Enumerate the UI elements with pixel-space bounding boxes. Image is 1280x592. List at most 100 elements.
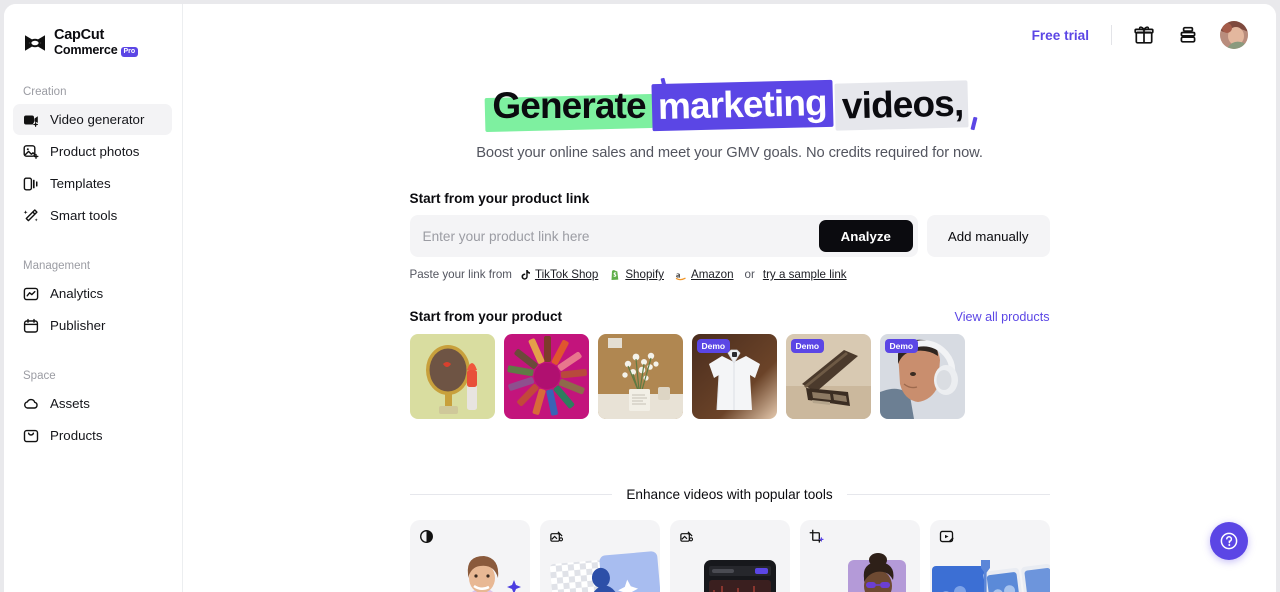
headline-caret-end-icon bbox=[970, 116, 978, 131]
demo-badge: Demo bbox=[696, 339, 731, 353]
product-card-headphones-man[interactable]: Demo bbox=[879, 334, 965, 419]
headline-part-generate: Generate bbox=[492, 85, 646, 126]
source-amazon[interactable]: a Amazon bbox=[675, 268, 734, 281]
product-thumbnail bbox=[503, 334, 589, 419]
sidebar-item-label: Templates bbox=[50, 176, 111, 191]
topbar-divider bbox=[1111, 25, 1112, 45]
analytics-icon bbox=[23, 287, 39, 300]
content-column: Start from your product link Analyze Add… bbox=[409, 191, 1050, 592]
product-link-title: Start from your product link bbox=[409, 191, 590, 206]
product-thumbnail bbox=[597, 334, 683, 419]
capcut-logo-icon bbox=[25, 35, 45, 51]
main-content: Free trial Generate marketing videos, Bo… bbox=[183, 4, 1276, 592]
crop-icon bbox=[809, 529, 824, 543]
stack-icon bbox=[1180, 26, 1196, 43]
tool-card-crop[interactable] bbox=[799, 520, 920, 592]
avatar-image bbox=[1220, 21, 1248, 49]
sidebar-item-label: Video generator bbox=[50, 112, 145, 127]
sidebar-item-analytics[interactable]: Analytics bbox=[13, 278, 172, 309]
sidebar-item-video-generator[interactable]: Video generator bbox=[13, 104, 172, 135]
smart-tools-icon bbox=[23, 208, 38, 221]
sidebar-item-smart-tools[interactable]: Smart tools bbox=[13, 200, 172, 231]
free-trial-link[interactable]: Free trial bbox=[1032, 28, 1089, 43]
product-card-dress-shirt[interactable]: Demo bbox=[691, 334, 777, 419]
separator-line-left bbox=[409, 494, 613, 495]
tools-list bbox=[409, 520, 1050, 592]
view-all-products-link[interactable]: View all products bbox=[955, 310, 1050, 324]
brand-name-secondary: Commerce bbox=[54, 43, 118, 58]
products-list: Demo Demo Demo bbox=[409, 334, 1050, 419]
product-card-lipstick-mirror[interactable] bbox=[409, 334, 495, 419]
sample-link[interactable]: try a sample link bbox=[763, 268, 847, 281]
sidebar-group-management-label: Management bbox=[23, 260, 91, 272]
pro-badge: Pro bbox=[120, 46, 139, 57]
sidebar-item-publisher[interactable]: Publisher bbox=[13, 310, 172, 341]
avatar[interactable] bbox=[1220, 21, 1248, 49]
source-shopify-link[interactable]: Shopify bbox=[625, 268, 664, 281]
tiktok-icon bbox=[521, 269, 530, 280]
demo-badge: Demo bbox=[790, 339, 825, 353]
tool-card-phone-editor[interactable] bbox=[669, 520, 790, 592]
sidebar-item-label: Product photos bbox=[50, 144, 140, 159]
page-subtitle: Boost your online sales and meet your GM… bbox=[476, 145, 983, 161]
products-bag-icon bbox=[23, 429, 39, 442]
gift-button[interactable] bbox=[1132, 23, 1156, 47]
video-edit-icon bbox=[939, 530, 954, 543]
analyze-button[interactable]: Analyze bbox=[818, 220, 913, 252]
topbar: Free trial bbox=[183, 4, 1276, 66]
page-title: Generate marketing videos, bbox=[490, 77, 978, 132]
brand-logo[interactable]: CapCut Commerce Pro bbox=[4, 22, 182, 64]
paste-label: Paste your link from bbox=[409, 268, 512, 281]
sidebar-item-label: Analytics bbox=[50, 286, 104, 301]
background-remove-icon bbox=[549, 531, 563, 542]
sidebar-item-label: Publisher bbox=[50, 318, 106, 333]
source-amazon-link[interactable]: Amazon bbox=[691, 268, 734, 281]
tool-card-contrast[interactable] bbox=[409, 520, 530, 592]
hero: Generate marketing videos, Boost your on… bbox=[183, 77, 1276, 161]
headline-part-marketing: marketing bbox=[651, 79, 833, 132]
help-button[interactable] bbox=[1210, 522, 1248, 560]
sidebar-item-assets[interactable]: Assets bbox=[13, 388, 172, 419]
sidebar-item-templates[interactable]: Templates bbox=[13, 168, 172, 199]
gift-icon bbox=[1134, 26, 1154, 44]
templates-icon bbox=[23, 177, 38, 191]
source-tiktok-shop[interactable]: TikTok Shop bbox=[519, 268, 598, 281]
video-generator-icon bbox=[24, 115, 39, 127]
product-card-eyeshadow-palette[interactable]: Demo bbox=[785, 334, 871, 419]
add-manually-button[interactable]: Add manually bbox=[926, 215, 1050, 257]
assets-cloud-icon bbox=[24, 398, 38, 409]
source-tiktok-shop-link[interactable]: TikTok Shop bbox=[535, 268, 598, 281]
publisher-icon bbox=[23, 318, 39, 333]
stack-button[interactable] bbox=[1176, 23, 1200, 47]
paste-sources-row: Paste your link from TikTok Shop Shopify bbox=[410, 268, 1050, 281]
tool-card-background-remove[interactable] bbox=[539, 520, 660, 592]
tool-card-video-edit[interactable] bbox=[929, 520, 1050, 592]
product-link-input-wrap[interactable]: Analyze bbox=[409, 215, 918, 257]
shopify-icon bbox=[611, 269, 619, 280]
products-section-head: Start from your product View all product… bbox=[410, 309, 1050, 324]
demo-badge: Demo bbox=[884, 339, 919, 353]
product-card-flower-vase[interactable] bbox=[597, 334, 683, 419]
tools-section-title: Enhance videos with popular tools bbox=[626, 487, 833, 502]
sidebar-group-space-label: Space bbox=[23, 370, 56, 382]
headline-part-videos: videos, bbox=[834, 80, 970, 131]
sidebar: CapCut Commerce Pro Creation Video gener… bbox=[4, 4, 183, 592]
app-window: CapCut Commerce Pro Creation Video gener… bbox=[4, 4, 1276, 592]
product-link-input[interactable] bbox=[422, 228, 819, 244]
paste-or-text: or bbox=[744, 268, 755, 281]
product-thumbnail bbox=[409, 334, 495, 419]
background-remove-icon-2 bbox=[679, 531, 693, 542]
product-photos-icon bbox=[23, 144, 39, 159]
brand-name-primary: CapCut bbox=[54, 27, 105, 44]
svg-text:a: a bbox=[676, 269, 681, 279]
amazon-icon: a bbox=[675, 269, 686, 280]
sidebar-item-product-photos[interactable]: Product photos bbox=[13, 136, 172, 167]
product-link-row: Analyze Add manually bbox=[409, 215, 1050, 257]
separator-line-right bbox=[846, 494, 1050, 495]
product-card-lipstick-wheel[interactable] bbox=[503, 334, 589, 419]
products-section-title: Start from your product bbox=[409, 309, 563, 324]
sidebar-item-label: Assets bbox=[50, 396, 90, 411]
sidebar-item-products[interactable]: Products bbox=[13, 420, 172, 451]
tools-section-separator: Enhance videos with popular tools bbox=[409, 487, 1050, 502]
source-shopify[interactable]: Shopify bbox=[609, 268, 664, 281]
